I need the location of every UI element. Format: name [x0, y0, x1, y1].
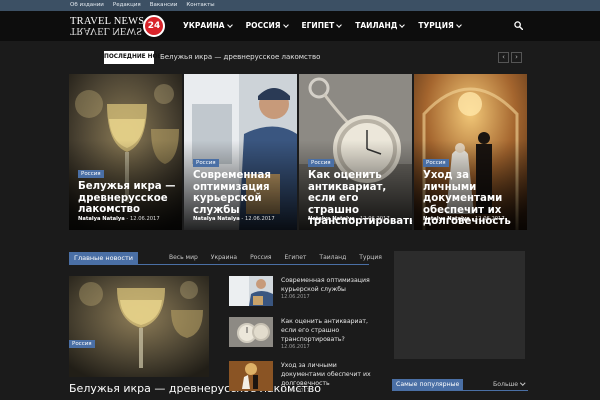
tab-turkey[interactable]: Турция: [359, 252, 382, 264]
top-link-contacts[interactable]: Контакты: [186, 0, 214, 11]
card-date: 12.06.2017: [129, 216, 160, 222]
list-item-title[interactable]: Современная оптимизация курьерской служб…: [281, 276, 376, 294]
list-item-title[interactable]: Уход за личными документами обеспечит их…: [281, 361, 376, 388]
chevron-down-icon: [226, 21, 233, 28]
tab-ukraine[interactable]: Украина: [211, 252, 237, 264]
card-title[interactable]: Современная оптимизация курьерской служб…: [193, 170, 293, 216]
category-tag[interactable]: Россия: [423, 159, 449, 167]
chevron-down-icon: [399, 21, 406, 28]
featured-card-documents[interactable]: Россия Уход за личными документами обесп…: [414, 74, 527, 230]
thumb-courier-image: [229, 276, 273, 306]
chevron-right-icon: ›: [515, 53, 518, 61]
card-meta: Natalya Natalya - 12.06.2017: [78, 216, 160, 222]
popular-section-bar: Самые популярные Больше: [392, 379, 528, 391]
logo-reflection: TRAVEL NEWS: [70, 25, 143, 36]
ticker-label: ПОСЛЕДНИЕ НОВОСТИ: [104, 51, 180, 64]
category-tag[interactable]: Россия: [69, 340, 95, 348]
main-nav: УКРАИНА РОССИЯ ЕГИПЕТ ТАИЛАНД ТУРЦИЯ: [183, 11, 462, 41]
card-date: 12.06.2017: [359, 216, 390, 222]
tab-russia[interactable]: Россия: [250, 252, 271, 264]
top-link-vacancies[interactable]: Вакансии: [150, 0, 178, 11]
thumb-wedding-hall-image: [229, 361, 273, 391]
featured-card-courier[interactable]: Россия Современная оптимизация курьерско…: [184, 74, 297, 230]
ad-placeholder: [394, 251, 525, 359]
tab-egypt[interactable]: Египет: [284, 252, 306, 264]
nav-item-ukraine[interactable]: УКРАИНА: [183, 11, 233, 41]
chevron-left-icon: ‹: [502, 53, 505, 61]
list-item-date: 12.06.2017: [281, 388, 310, 394]
chevron-down-icon: [455, 21, 462, 28]
chevron-down-icon: [282, 21, 289, 28]
popular-sort-dropdown[interactable]: Больше: [493, 379, 526, 390]
top-link-about[interactable]: Об издании: [70, 0, 104, 11]
search-icon[interactable]: [514, 21, 523, 30]
nav-label: УКРАИНА: [183, 21, 225, 30]
chevron-down-icon: [336, 21, 343, 28]
featured-card-antique[interactable]: Россия Как оценить антиквариат, если его…: [299, 74, 412, 230]
card-meta: Natalya Natalya - 12.06.2017: [423, 216, 505, 222]
card-author[interactable]: Natalya Natalya: [308, 216, 355, 222]
list-item[interactable]: Современная оптимизация курьерской служб…: [229, 276, 379, 308]
nav-label: ТАИЛАНД: [355, 21, 398, 30]
card-author[interactable]: Natalya Natalya: [78, 216, 125, 222]
top-links: Об издании Редакция Вакансии Контакты: [70, 0, 215, 11]
category-tag[interactable]: Россия: [193, 159, 219, 167]
chevron-down-icon: [520, 380, 526, 386]
nav-item-thailand[interactable]: ТАИЛАНД: [355, 11, 406, 41]
nav-item-turkey[interactable]: ТУРЦИЯ: [418, 11, 462, 41]
logo-badge: 24: [143, 15, 165, 37]
nav-item-egypt[interactable]: ЕГИПЕТ: [301, 11, 343, 41]
list-item-date: 12.06.2017: [281, 344, 310, 350]
card-meta: Natalya Natalya - 12.06.2017: [193, 216, 275, 222]
thumb-pocket-watch-image: [229, 317, 273, 347]
category-tag[interactable]: Россия: [78, 170, 104, 178]
featured-card-caviar[interactable]: Россия Белужья икра — древнерусское лако…: [69, 74, 182, 230]
nav-item-russia[interactable]: РОССИЯ: [245, 11, 289, 41]
list-item-date: 12.06.2017: [281, 294, 310, 300]
tab-world[interactable]: Весь мир: [169, 252, 198, 264]
section-tabs: Весь мир Украина Россия Египет Таиланд Т…: [169, 252, 382, 264]
category-tag[interactable]: Россия: [308, 159, 334, 167]
main-news-section-bar: Главные новости Весь мир Украина Россия …: [69, 252, 382, 265]
list-item[interactable]: Уход за личными документами обеспечит их…: [229, 361, 379, 394]
nav-label: РОССИЯ: [245, 21, 281, 30]
main-article-champagne-image: [69, 276, 209, 377]
site-header: TRAVEL NEWS TRAVEL NEWS 24 УКРАИНА РОССИ…: [0, 11, 600, 41]
card-author[interactable]: Natalya Natalya: [193, 216, 240, 222]
ticker-prev-button[interactable]: ‹: [498, 52, 509, 63]
site-logo[interactable]: TRAVEL NEWS TRAVEL NEWS 24: [70, 14, 165, 39]
list-item[interactable]: Как оценить антиквариат, если его страшн…: [229, 317, 379, 350]
ticker-headline[interactable]: Белужья икра — древнерусское лакомство: [160, 51, 320, 64]
popular-sort-label: Больше: [493, 381, 519, 388]
nav-label: ЕГИПЕТ: [301, 21, 335, 30]
ticker-next-button[interactable]: ›: [511, 52, 522, 63]
card-title[interactable]: Белужья икра — древнерусское лакомство: [78, 181, 178, 216]
card-meta: Natalya Natalya - 12.06.2017: [308, 216, 390, 222]
top-bar: Об издании Редакция Вакансии Контакты: [0, 0, 600, 11]
list-item-title[interactable]: Как оценить антиквариат, если его страшн…: [281, 317, 376, 344]
popular-title: Самые популярные: [392, 379, 464, 390]
top-link-editorial[interactable]: Редакция: [113, 0, 141, 11]
card-date: 12.06.2017: [244, 216, 275, 222]
card-author[interactable]: Natalya Natalya: [423, 216, 470, 222]
main-article-image[interactable]: Россия: [69, 276, 209, 377]
tab-thailand[interactable]: Таиланд: [319, 252, 346, 264]
nav-label: ТУРЦИЯ: [418, 21, 454, 30]
card-date: 12.06.2017: [474, 216, 505, 222]
section-title: Главные новости: [69, 252, 138, 264]
